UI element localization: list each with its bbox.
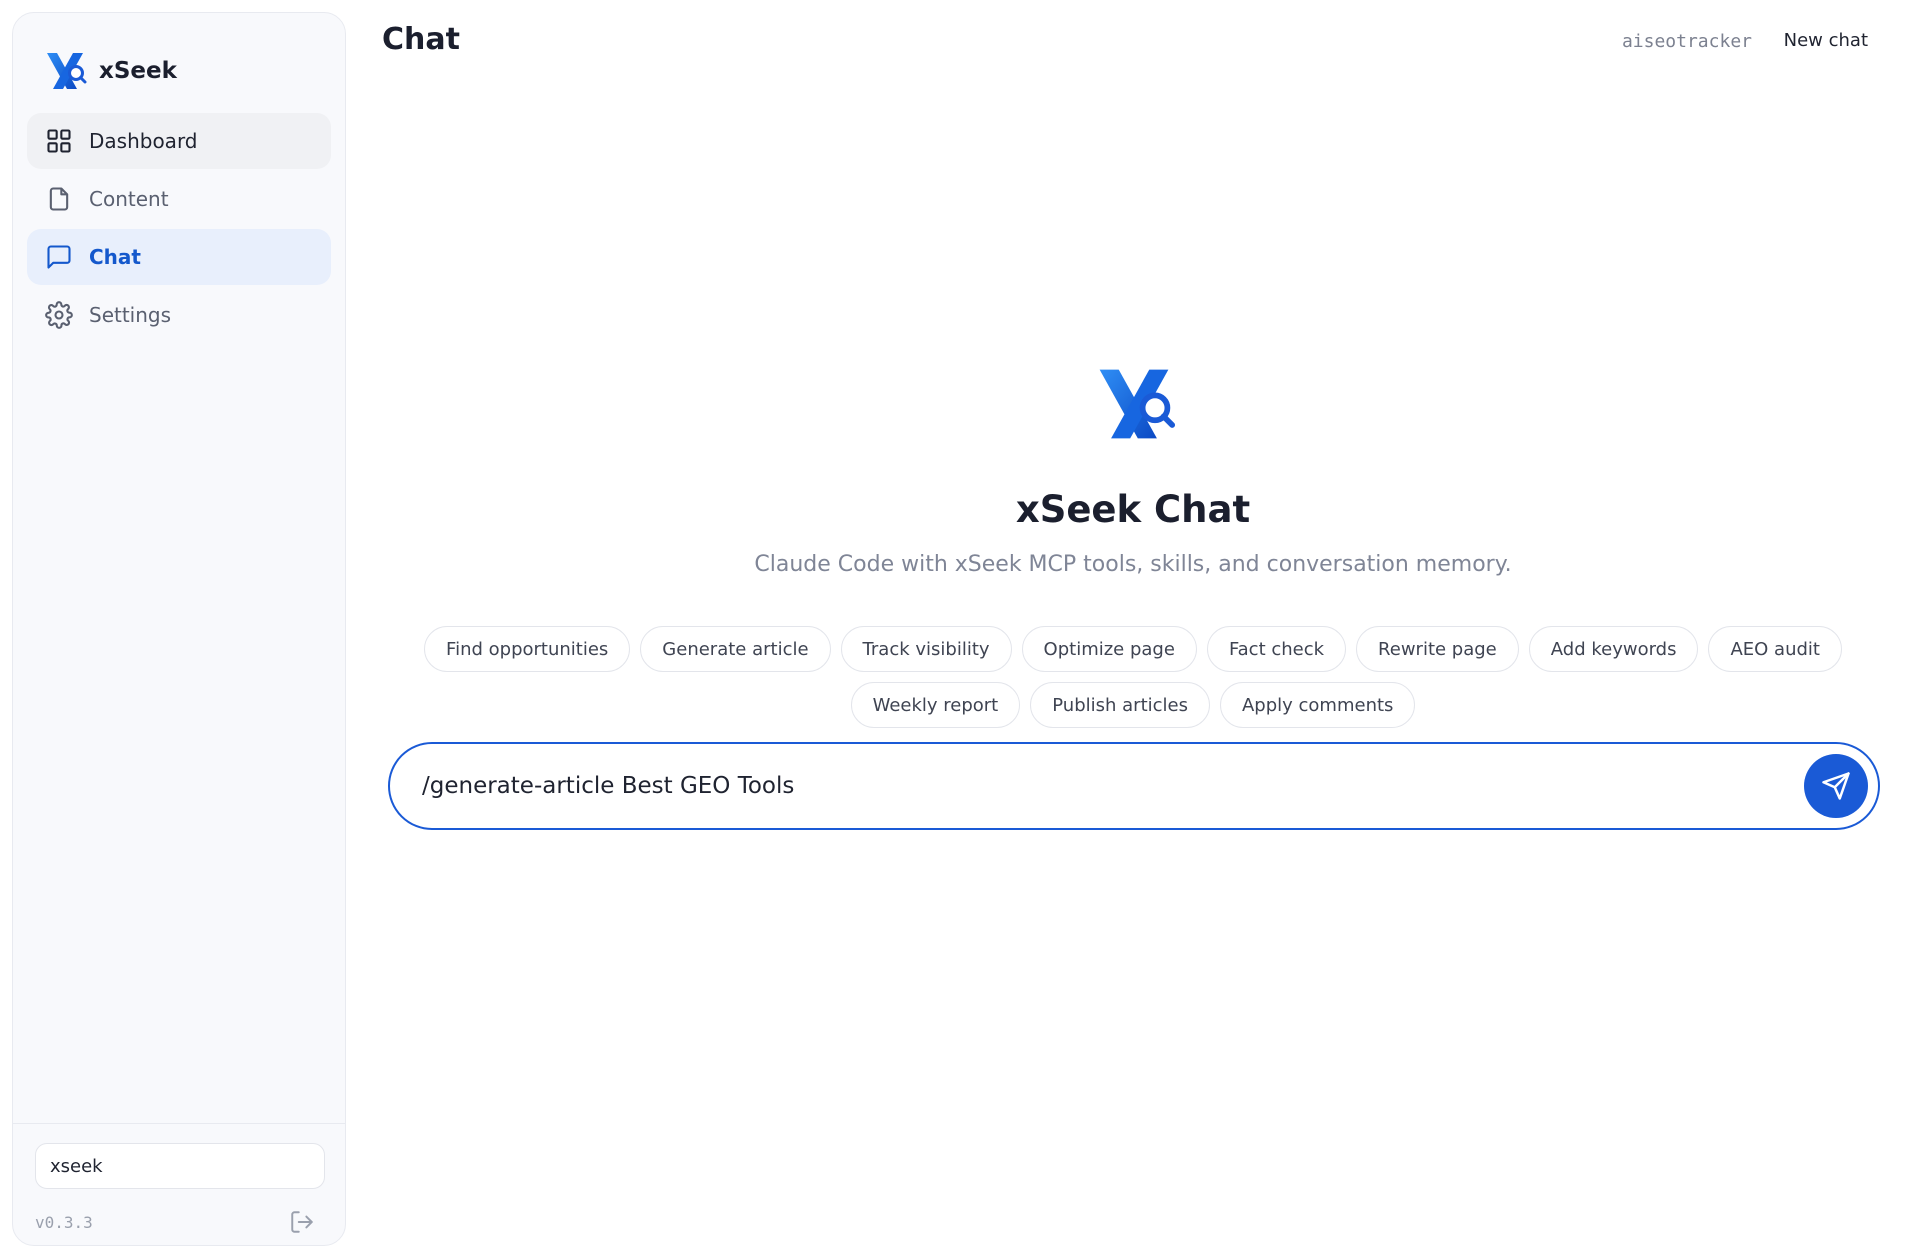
sidebar-item-chat[interactable]: Chat: [27, 229, 331, 285]
sidebar: xSeek Dashboard Content Chat Settings xs…: [12, 12, 346, 1246]
message-square-icon: [47, 245, 71, 269]
page-title: Chat: [382, 22, 460, 57]
suggestion-chip[interactable]: Generate article: [640, 626, 831, 672]
chat-composer: [388, 742, 1880, 830]
suggestion-chip[interactable]: AEO audit: [1708, 626, 1842, 672]
sidebar-item-label: Chat: [89, 245, 141, 269]
sidebar-divider: [13, 1123, 345, 1124]
workspace-selector[interactable]: xseek: [35, 1143, 325, 1189]
sidebar-item-label: Dashboard: [89, 129, 198, 153]
suggestion-chip[interactable]: Fact check: [1206, 626, 1347, 672]
suggestion-chip[interactable]: Track visibility: [840, 626, 1012, 672]
gear-icon: [45, 301, 73, 329]
sidebar-nav: Dashboard Content Chat Settings: [27, 113, 331, 345]
suggestion-chip[interactable]: Apply comments: [1219, 682, 1416, 728]
sidebar-item-dashboard[interactable]: Dashboard: [27, 113, 331, 169]
xseek-logo-icon: [1099, 369, 1176, 439]
logout-icon[interactable]: [289, 1209, 315, 1235]
hero-subtitle: Claude Code with xSeek MCP tools, skills…: [754, 552, 1512, 577]
brand-name: xSeek: [99, 58, 177, 84]
sidebar-item-label: Content: [89, 187, 169, 211]
grid-icon: [47, 129, 71, 153]
chat-input[interactable]: [390, 756, 1804, 816]
sidebar-item-label: Settings: [89, 303, 172, 327]
app-version: v0.3.3: [35, 1213, 93, 1232]
send-icon: [1822, 772, 1850, 800]
suggestion-chip[interactable]: Optimize page: [1021, 626, 1197, 672]
hero-title: xSeek Chat: [1015, 488, 1251, 531]
suggestion-chip[interactable]: Rewrite page: [1356, 626, 1519, 672]
xseek-logo-icon: [47, 53, 87, 89]
brand[interactable]: xSeek: [43, 47, 177, 95]
suggestion-chip[interactable]: Weekly report: [850, 682, 1021, 728]
project-slug: aiseotracker: [1621, 31, 1752, 52]
suggestion-chips: Find opportunities Generate article Trac…: [382, 626, 1884, 728]
sidebar-item-content[interactable]: Content: [27, 171, 331, 227]
new-chat-button[interactable]: New chat: [1784, 30, 1868, 51]
sidebar-item-settings[interactable]: Settings: [27, 287, 331, 343]
suggestion-chip[interactable]: Publish articles: [1030, 682, 1210, 728]
file-icon: [49, 187, 69, 211]
suggestion-chip[interactable]: Find opportunities: [424, 626, 631, 672]
send-button[interactable]: [1804, 754, 1868, 818]
suggestion-chip[interactable]: Add keywords: [1528, 626, 1699, 672]
